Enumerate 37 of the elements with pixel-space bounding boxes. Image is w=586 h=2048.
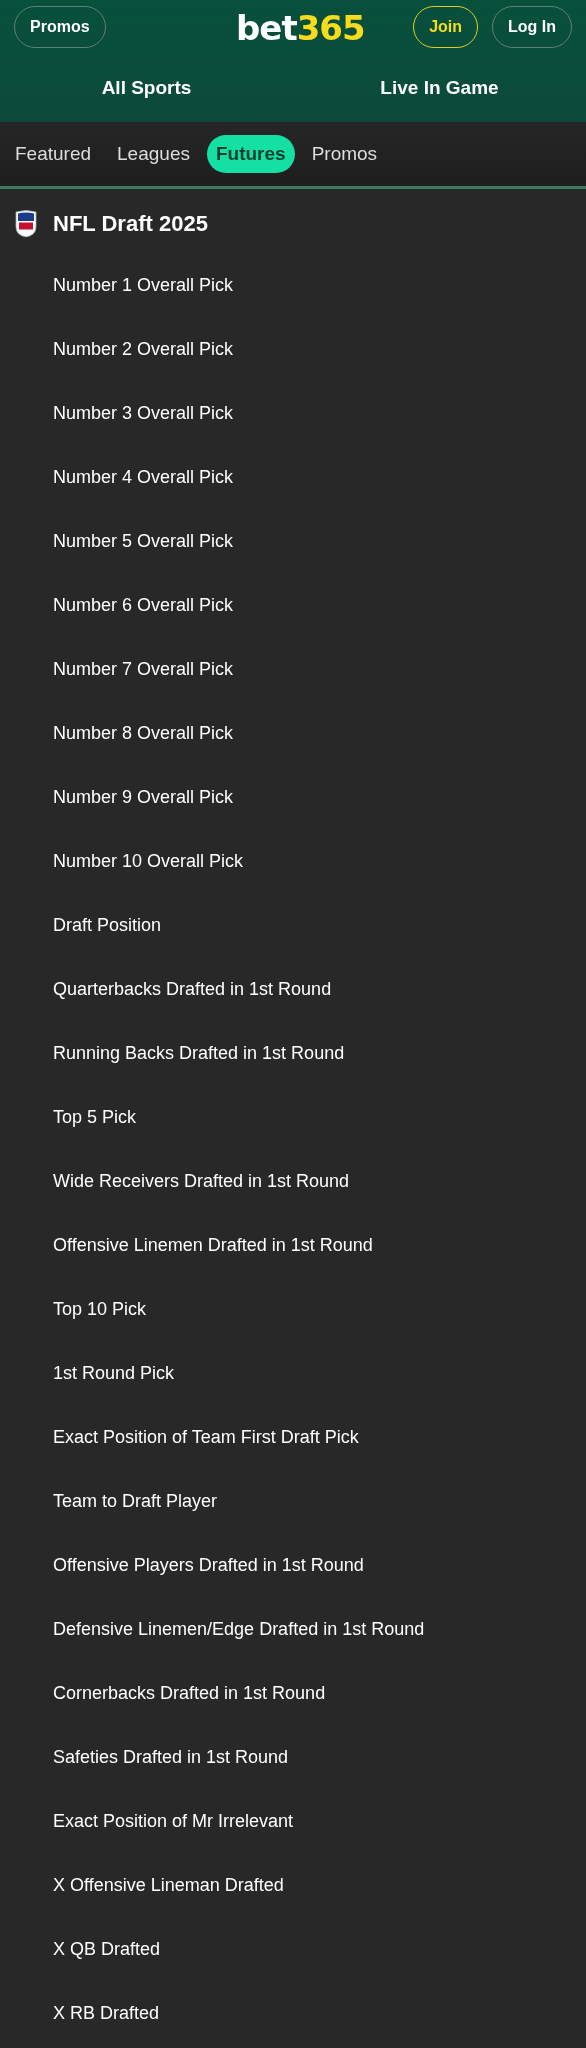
logo[interactable]: bet365: [236, 8, 365, 48]
market-link[interactable]: Exact Position of Team First Draft Pick: [0, 1405, 586, 1469]
market-link[interactable]: X Offensive Lineman Drafted: [0, 1853, 586, 1917]
tab[interactable]: Featured: [6, 135, 101, 173]
market-link[interactable]: Defensive Linemen/Edge Drafted in 1st Round: [0, 1597, 586, 1661]
market-link[interactable]: Number 7 Overall Pick: [0, 637, 586, 701]
nav-link[interactable]: All Sports: [0, 77, 293, 99]
market-link[interactable]: Number 1 Overall Pick: [0, 253, 586, 317]
market-link[interactable]: Team to Draft Player: [0, 1469, 586, 1533]
market-link[interactable]: Top 10 Pick: [0, 1277, 586, 1341]
market-link[interactable]: Exact Position of Mr Irrelevant: [0, 1789, 586, 1853]
market-link[interactable]: Draft Position: [0, 893, 586, 957]
market-link[interactable]: Number 8 Overall Pick: [0, 701, 586, 765]
market-link[interactable]: Number 6 Overall Pick: [0, 573, 586, 637]
market-link[interactable]: Cornerbacks Drafted in 1st Round: [0, 1661, 586, 1725]
market-link[interactable]: Wide Receivers Drafted in 1st Round: [0, 1149, 586, 1213]
tab[interactable]: Promos: [302, 135, 387, 173]
tab[interactable]: Futures: [206, 135, 295, 173]
market-link[interactable]: Number 4 Overall Pick: [0, 445, 586, 509]
market-link[interactable]: Offensive Players Drafted in 1st Round: [0, 1533, 586, 1597]
tab[interactable]: Leagues: [108, 135, 199, 173]
market-link[interactable]: Number 2 Overall Pick: [0, 317, 586, 381]
market-link[interactable]: Safeties Drafted in 1st Round: [0, 1725, 586, 1789]
market-link[interactable]: X RB Drafted: [0, 1981, 586, 2045]
market-link[interactable]: Running Backs Drafted in 1st Round: [0, 1021, 586, 1085]
market-link[interactable]: Top 5 Pick: [0, 1085, 586, 1149]
market-link[interactable]: 1st Round Pick: [0, 1341, 586, 1405]
shield-icon: [15, 210, 37, 238]
market-link[interactable]: Number 5 Overall Pick: [0, 509, 586, 573]
market-link[interactable]: X QB Drafted: [0, 1917, 586, 1981]
market-link[interactable]: Offensive Linemen Drafted in 1st Round: [0, 1213, 586, 1277]
market-link[interactable]: Number 9 Overall Pick: [0, 765, 586, 829]
market-link[interactable]: Number 3 Overall Pick: [0, 381, 586, 445]
market-link[interactable]: Quarterbacks Drafted in 1st Round: [0, 957, 586, 1021]
market-link[interactable]: Number 10 Overall Pick: [0, 829, 586, 893]
nav-link[interactable]: Live In Game: [293, 77, 586, 99]
section-title: NFL Draft 2025: [53, 211, 208, 237]
